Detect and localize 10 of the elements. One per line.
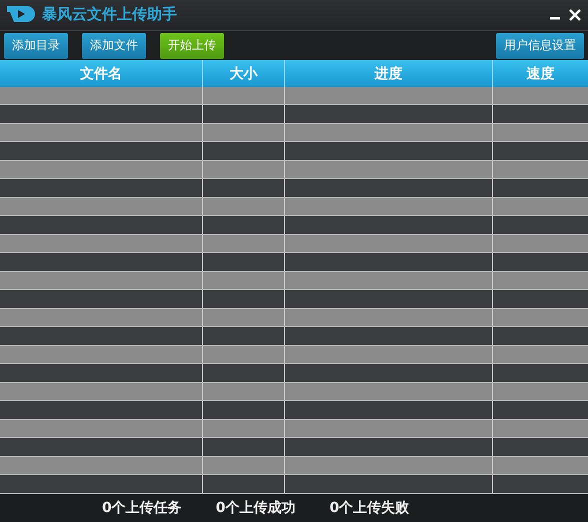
toolbar-button[interactable]: 开始上传 <box>160 32 224 59</box>
status-text: 0个上传任务 <box>102 498 182 517</box>
toolbar-button[interactable]: 添加文件 <box>82 32 146 59</box>
toolbar-button[interactable]: 添加目录 <box>4 32 68 59</box>
status-text: 0个上传成功 <box>216 498 296 517</box>
window-title: 暴风云文件上传助手 <box>42 5 178 24</box>
status-text: 0个上传失败 <box>330 498 410 517</box>
settings-button[interactable]: 用户信息设置 <box>496 32 584 59</box>
column-header: 速度 <box>526 64 556 84</box>
close-icon[interactable] <box>568 8 582 22</box>
